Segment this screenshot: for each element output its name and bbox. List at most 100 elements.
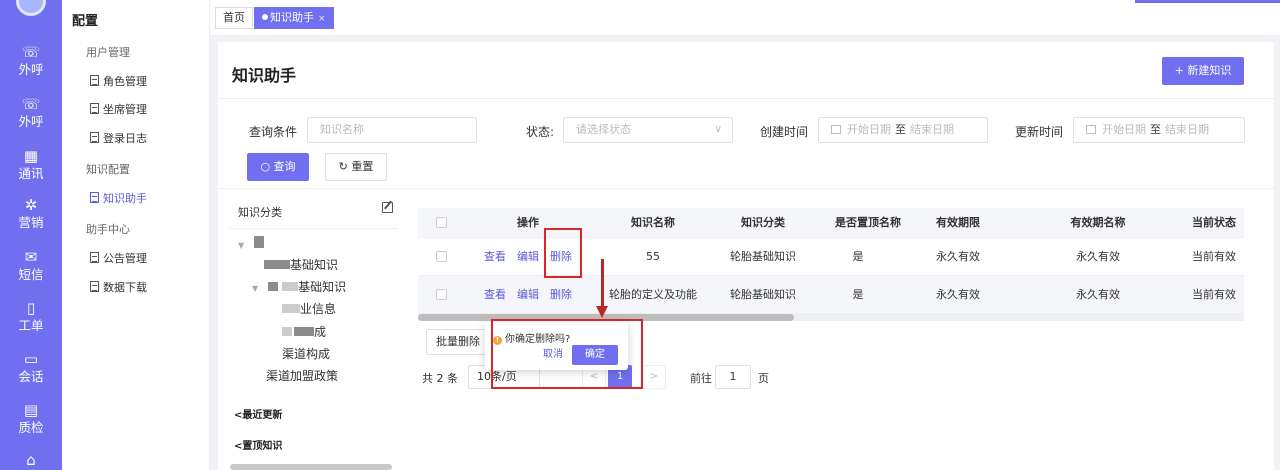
sidebar-item-announcements[interactable]: 公告管理 [90, 250, 147, 266]
cell-pinned: 是 [852, 288, 864, 301]
cancel-button[interactable]: 取消 [543, 348, 563, 362]
cell-status: 当前有效 [1192, 250, 1236, 263]
recent-updates-link[interactable]: <最近更新 [234, 406, 282, 421]
tree-node-tire-basic[interactable]: ▼ 基础知识 [252, 278, 346, 295]
icon-rail: ☏ 外呼 ☏ 外呼 ▦ 通讯 ✲ 营销 ✉ 短信 ▯ 工单 ▭ 会话 ▤ 质检 … [0, 0, 62, 470]
next-page-button[interactable]: > [642, 365, 666, 389]
contacts-icon: ▦ [23, 147, 39, 165]
tab-knowledge-assistant[interactable]: 知识助手 × [254, 7, 334, 29]
filter-divider [218, 188, 1274, 189]
reset-button[interactable]: ↻ 重置 [325, 153, 387, 181]
tab-bar: 首页 知识助手 × [210, 0, 1280, 36]
calendar-icon [1086, 125, 1096, 134]
cell-validity-name: 永久有效 [1076, 288, 1120, 301]
refresh-icon: ↻ [338, 160, 348, 173]
sidebar-group-user: 用户管理 [86, 46, 130, 59]
tree-node-channel-structure[interactable]: 渠道构成 [282, 345, 330, 362]
tree-node-channel-policy[interactable]: 渠道加盟政策 [266, 367, 338, 384]
table-scrollbar[interactable] [418, 314, 1244, 321]
new-knowledge-button[interactable]: + 新建知识 [1162, 57, 1244, 85]
rail-item-ticket[interactable]: ▯ 工单 [0, 300, 62, 333]
main-card: 知识助手 + 新建知识 查询条件 知识名称 状态: 请选择状态 ∨ 创建时间 开… [218, 42, 1274, 470]
status-select[interactable]: 请选择状态 ∨ [563, 117, 733, 143]
rail-item-contacts[interactable]: ▦ 通讯 [0, 148, 62, 181]
pinned-knowledge-link[interactable]: <置顶知识 [234, 437, 282, 452]
tree-node-basic[interactable]: 基础知识 [264, 256, 338, 273]
row-checkbox[interactable] [436, 289, 447, 300]
table-row: 查看 编辑 删除 55 轮胎基础知识 是 永久有效 永久有效 当前有效 [418, 238, 1244, 276]
rail-item-chat[interactable]: ▭ 会话 [0, 351, 62, 384]
col-status: 当前状态 [1192, 216, 1236, 229]
rail-item-more[interactable]: ⌂ [0, 452, 62, 468]
active-dot-icon [262, 14, 268, 20]
goto-unit: 页 [758, 372, 769, 385]
doc-icon [90, 281, 99, 292]
rail-item-outbound[interactable]: ☏ 外呼 [0, 44, 62, 77]
rail-item-marketing[interactable]: ✲ 营销 [0, 197, 62, 230]
ticket-icon: ▯ [26, 299, 36, 317]
sms-icon: ✉ [24, 248, 38, 266]
doc-icon [90, 103, 99, 114]
redacted-text [264, 260, 290, 269]
rail-item-sms[interactable]: ✉ 短信 [0, 249, 62, 282]
updated-time-label: 更新时间 [1015, 125, 1064, 139]
calendar-icon [831, 125, 841, 134]
col-validity: 有效期限 [936, 216, 980, 229]
created-date-range[interactable]: 开始日期至结束日期 [818, 117, 988, 143]
cell-status: 当前有效 [1192, 288, 1236, 301]
tree-divider [230, 228, 398, 229]
tree-node-composition[interactable]: 成 [282, 323, 326, 340]
row-checkbox[interactable] [436, 251, 447, 262]
view-button[interactable]: 查看 [484, 238, 506, 276]
updated-date-range[interactable]: 开始日期至结束日期 [1073, 117, 1245, 143]
view-button[interactable]: 查看 [484, 276, 506, 314]
select-all-checkbox[interactable] [436, 217, 447, 228]
edit-icon[interactable] [382, 202, 393, 213]
warning-icon: ! [493, 336, 502, 345]
col-category: 知识分类 [741, 216, 785, 229]
confirm-button[interactable]: 确定 [572, 345, 618, 365]
redacted-text [254, 236, 265, 248]
tree-node-root[interactable]: ▼ [238, 236, 265, 251]
col-name: 知识名称 [631, 216, 675, 229]
cell-pinned: 是 [852, 250, 864, 263]
building-icon: ⌂ [26, 451, 36, 469]
batch-delete-button[interactable]: 批量删除 [426, 329, 490, 355]
sidebar-item-agents[interactable]: 坐席管理 [90, 101, 147, 117]
confirm-message: ! 你确定删除吗? [493, 330, 570, 345]
sidebar-group-knowledge: 知识配置 [86, 163, 130, 176]
delete-button[interactable]: 删除 [550, 238, 572, 276]
sidebar-item-knowledge-assistant[interactable]: 知识助手 [90, 190, 147, 206]
sidebar-item-roles[interactable]: 角色管理 [90, 73, 147, 89]
query-button[interactable]: ○ 查询 [247, 153, 309, 181]
close-icon[interactable]: × [318, 14, 326, 24]
tree-scrollbar[interactable] [230, 464, 392, 470]
knowledge-name-input[interactable]: 知识名称 [307, 117, 477, 143]
redacted-text [268, 282, 279, 291]
edit-button[interactable]: 编辑 [517, 276, 539, 314]
chat-icon: ▭ [23, 350, 39, 368]
caret-down-icon: ▼ [252, 284, 259, 293]
rail-item-quality[interactable]: ▤ 质检 [0, 402, 62, 435]
goto-page-input[interactable]: 1 [715, 365, 751, 389]
tree-node-company-info[interactable]: 业信息 [282, 300, 336, 317]
tab-home[interactable]: 首页 [215, 7, 253, 29]
config-sidebar: 配置 用户管理 角色管理 坐席管理 登录日志 知识配置 知识助手 助手中心 公告… [62, 0, 210, 470]
cell-validity-name: 永久有效 [1076, 250, 1120, 263]
cell-category: 轮胎基础知识 [730, 288, 796, 301]
app-logo [16, 0, 46, 16]
cell-validity: 永久有效 [936, 288, 980, 301]
delete-button[interactable]: 删除 [550, 276, 572, 314]
phone-out-icon: ☏ [21, 43, 41, 61]
sidebar-item-data-download[interactable]: 数据下载 [90, 279, 147, 295]
rail-item-outbound-2[interactable]: ☏ 外呼 [0, 96, 62, 129]
status-label: 状态: [526, 125, 555, 139]
created-time-label: 创建时间 [760, 125, 809, 139]
query-label: 查询条件 [249, 125, 298, 139]
sidebar-item-login-log[interactable]: 登录日志 [90, 130, 147, 146]
sidebar-group-assistant: 助手中心 [86, 223, 130, 236]
redacted-text [282, 327, 292, 336]
doc-icon [90, 252, 99, 263]
edit-button[interactable]: 编辑 [517, 238, 539, 276]
col-validity-name: 有效期名称 [1070, 216, 1126, 229]
